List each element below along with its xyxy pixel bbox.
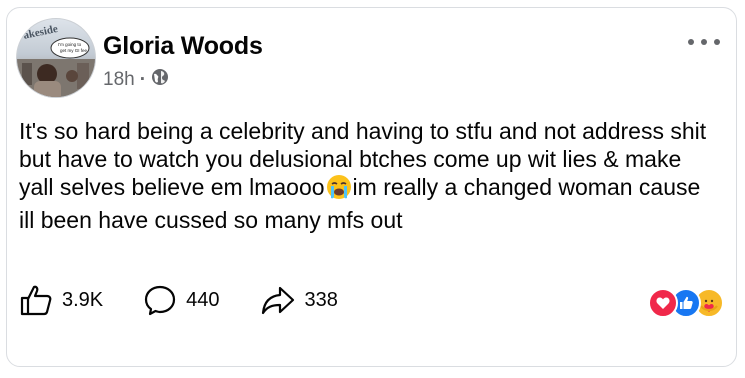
love-reaction-icon bbox=[648, 288, 678, 318]
meta-separator: · bbox=[139, 69, 147, 90]
reactions-summary[interactable] bbox=[648, 288, 724, 318]
svg-text:get my GI fee: get my GI fee bbox=[60, 48, 88, 53]
author-avatar[interactable]: akeside I'm going to get my GI fee bbox=[16, 18, 96, 98]
more-dot bbox=[714, 39, 720, 45]
share-count: 338 bbox=[304, 288, 338, 311]
author-name[interactable]: Gloria Woods bbox=[103, 32, 263, 61]
share-button[interactable]: 338 bbox=[260, 284, 338, 316]
loudly-crying-face-icon bbox=[326, 174, 352, 206]
avatar-image: akeside I'm going to get my GI fee bbox=[17, 23, 95, 97]
svg-text:I'm going to: I'm going to bbox=[58, 42, 82, 47]
globe-icon[interactable] bbox=[151, 68, 169, 92]
post-card: akeside I'm going to get my GI fee Glori… bbox=[6, 7, 737, 367]
post-meta: 18h · bbox=[103, 68, 169, 92]
comment-count: 440 bbox=[186, 288, 220, 311]
post-body: It's so hard being a celebrity and havin… bbox=[19, 117, 719, 234]
action-bar: 3.9K 440 338 bbox=[19, 284, 338, 316]
timestamp[interactable]: 18h bbox=[103, 69, 135, 91]
thumbs-up-icon bbox=[20, 285, 52, 316]
comment-button[interactable]: 440 bbox=[143, 284, 220, 316]
more-options-button[interactable] bbox=[688, 32, 720, 52]
like-count: 3.9K bbox=[62, 288, 104, 311]
more-dot bbox=[688, 39, 694, 45]
like-button[interactable]: 3.9K bbox=[19, 284, 103, 316]
share-arrow-icon bbox=[261, 286, 294, 315]
more-dot bbox=[701, 39, 707, 45]
avatar-sign-text: akeside bbox=[22, 23, 59, 42]
comment-bubble-icon bbox=[145, 285, 176, 316]
